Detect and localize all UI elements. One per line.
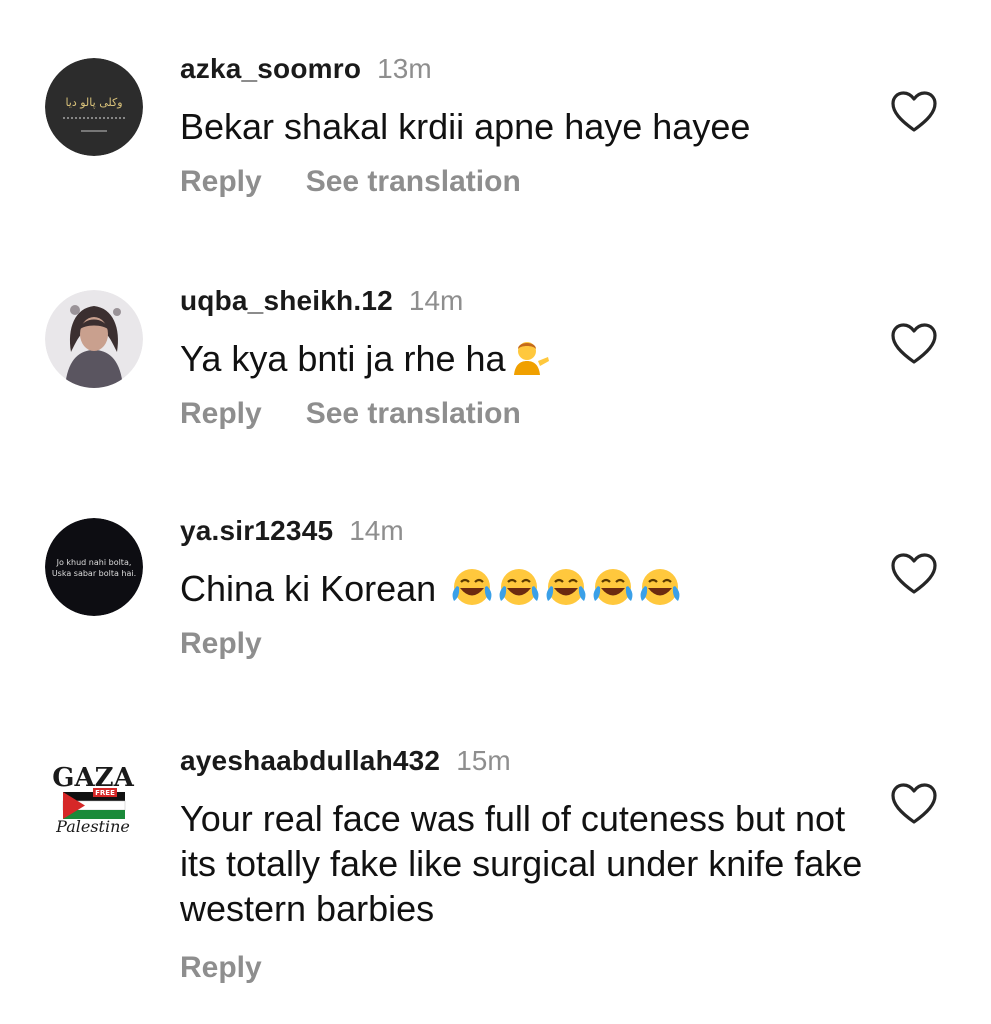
timestamp: 14m	[408, 285, 464, 316]
heart-outline-icon	[891, 783, 937, 824]
timestamp: 15m	[456, 745, 511, 776]
heart-outline-icon	[891, 91, 937, 132]
heart-outline-icon	[891, 323, 937, 364]
reply-button[interactable]: Reply	[180, 951, 262, 984]
see-translation-button[interactable]: See translation	[306, 165, 521, 198]
avatar[interactable]	[45, 290, 143, 388]
avatar-free-text: FREE	[95, 789, 115, 797]
reply-button[interactable]: Reply	[180, 397, 262, 430]
avatar[interactable]: Jo khud nahi bolta, Uska sabar bolta hai…	[45, 518, 143, 616]
avatar[interactable]: وکلی پالو دیا	[45, 58, 143, 156]
reply-button[interactable]: Reply	[180, 165, 262, 198]
comment-item: uqba_sheikh.12 14m Ya kya bnti ja rhe ha …	[0, 282, 991, 482]
timestamp: 14m	[349, 515, 404, 546]
comment-text: Ya kya bnti ja rhe ha	[180, 336, 881, 381]
username[interactable]: azka_soomro	[180, 53, 361, 84]
avatar-quote-line-2: Uska sabar bolta hai.	[52, 569, 136, 578]
comment-text: Bekar shakal krdii apne haye hayee	[180, 106, 751, 147]
text-avatar-image: Jo khud nahi bolta, Uska sabar bolta hai…	[45, 518, 143, 616]
face-with-tears-of-joy-emoji	[452, 569, 492, 605]
username[interactable]: ya.sir12345	[180, 515, 333, 546]
avatar-quote-line-1: Jo khud nahi bolta,	[56, 558, 132, 567]
avatar-calligraphy: وکلی پالو دیا	[65, 96, 122, 109]
calligraphy-avatar-image: وکلی پالو دیا	[45, 58, 143, 156]
gaza-palestine-avatar-image: GAZA FREE Palestine	[45, 744, 143, 842]
username[interactable]: ayeshaabdullah432	[180, 745, 440, 776]
comment-text-content: Ya kya bnti ja rhe ha	[180, 338, 506, 379]
comment-item: Jo khud nahi bolta, Uska sabar bolta hai…	[0, 512, 991, 712]
avatar[interactable]: GAZA FREE Palestine	[45, 744, 143, 842]
avatar-palestine-text: Palestine	[55, 817, 130, 836]
comment-text: China ki Korean	[180, 566, 881, 611]
comment-item: GAZA FREE Palestine ayeshaabdullah432 15m…	[0, 742, 991, 1024]
comment-item: وکلی پالو دیا azka_soomro 13m Bekar shaka…	[0, 50, 991, 250]
face-with-tears-of-joy-emoji	[499, 569, 539, 605]
heart-outline-icon	[891, 553, 937, 594]
face-with-tears-of-joy-emoji	[546, 569, 586, 605]
profile-photo-avatar-image	[45, 290, 143, 388]
like-button[interactable]	[890, 782, 938, 826]
like-button[interactable]	[890, 90, 938, 134]
timestamp: 13m	[377, 53, 432, 84]
see-translation-button[interactable]: See translation	[306, 397, 521, 430]
reply-button[interactable]: Reply	[180, 627, 262, 660]
face-with-tears-of-joy-emoji	[593, 569, 633, 605]
username[interactable]: uqba_sheikh.12	[180, 285, 393, 316]
comment-text-content: China ki Korean	[180, 568, 437, 609]
face-with-tears-of-joy-emoji	[640, 569, 680, 605]
like-button[interactable]	[890, 552, 938, 596]
like-button[interactable]	[890, 322, 938, 366]
comment-text: Your real face was full of cuteness but …	[180, 798, 863, 929]
person-tipping-hand-emoji	[513, 342, 549, 375]
face-with-tears-of-joy-emoji-group	[452, 569, 680, 605]
